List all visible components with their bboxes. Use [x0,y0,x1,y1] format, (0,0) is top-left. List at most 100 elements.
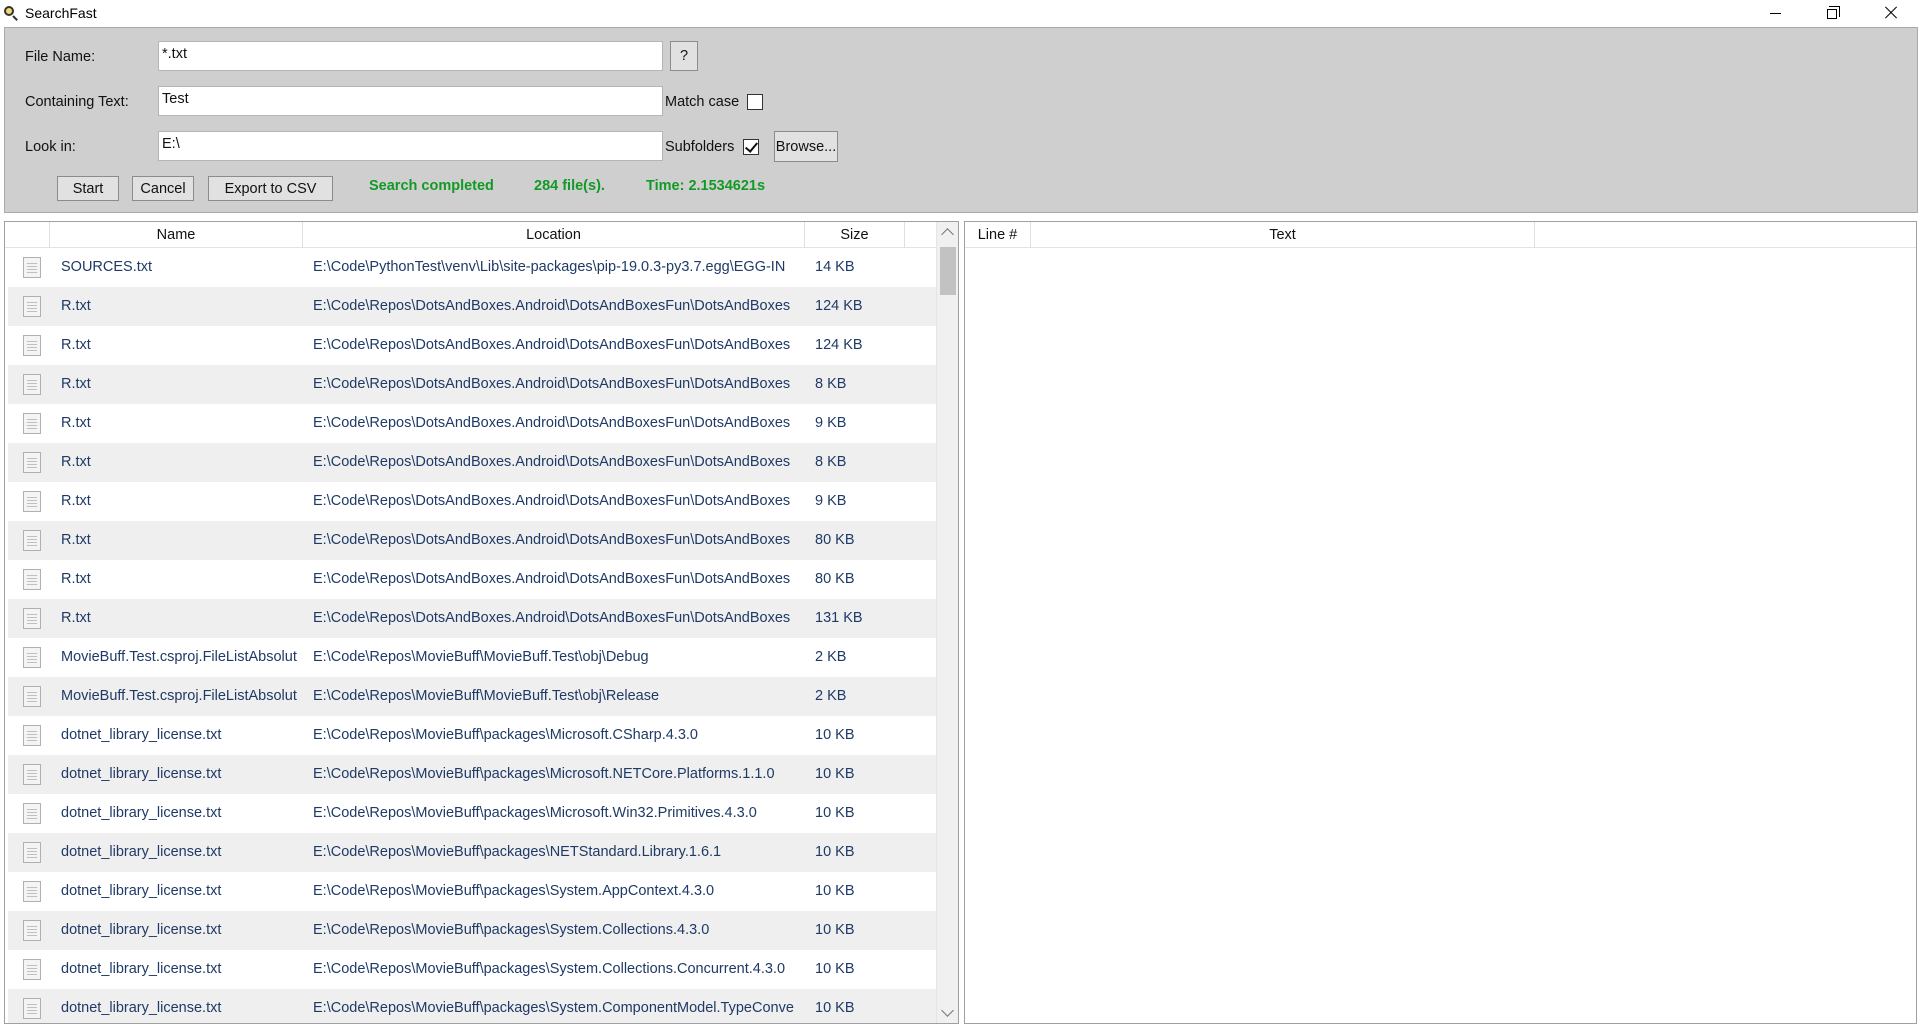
table-row[interactable]: R.txt E:\Code\Repos\DotsAndBoxes.Android\… [8,599,937,638]
file-location-cell: E:\Code\Repos\DotsAndBoxes.Android\DotsA… [313,571,791,587]
name-column-header[interactable]: Name [50,222,303,248]
results-scrollbar[interactable] [936,222,958,1023]
table-row[interactable]: R.txt E:\Code\Repos\DotsAndBoxes.Android\… [8,560,937,599]
table-row[interactable]: R.txt E:\Code\Repos\DotsAndBoxes.Android\… [8,404,937,443]
export-csv-button[interactable]: Export to CSV [208,176,333,201]
table-row[interactable]: dotnet_library_license.txt E:\Code\Repos\… [8,755,937,794]
size-column-header[interactable]: Size [805,222,905,248]
browse-button[interactable]: Browse... [774,131,838,162]
file-size-cell: 10 KB [815,961,855,977]
file-location-cell: E:\Code\PythonTest\venv\Lib\site-package… [313,259,786,275]
file-size-cell: 124 KB [815,337,863,353]
file-location-cell: E:\Code\Repos\MovieBuff\packages\System.… [313,1000,794,1016]
file-name-cell: R.txt [61,493,91,509]
look-in-label: Look in: [25,139,76,155]
file-size-cell: 14 KB [815,259,855,275]
file-name-cell: R.txt [61,610,91,626]
containing-text-input[interactable]: Test [158,86,663,116]
file-location-cell: E:\Code\Repos\MovieBuff\MovieBuff.Test\o… [313,649,649,665]
table-row[interactable]: R.txt E:\Code\Repos\DotsAndBoxes.Android\… [8,482,937,521]
location-column-header[interactable]: Location [303,222,805,248]
text-file-icon [23,842,41,863]
table-row[interactable]: dotnet_library_license.txt E:\Code\Repos\… [8,989,937,1023]
containing-text-label: Containing Text: [25,94,129,110]
cancel-button[interactable]: Cancel [132,176,194,201]
table-row[interactable]: dotnet_library_license.txt E:\Code\Repos\… [8,950,937,989]
file-location-cell: E:\Code\Repos\DotsAndBoxes.Android\DotsA… [313,415,791,431]
file-location-cell: E:\Code\Repos\DotsAndBoxes.Android\DotsA… [313,454,791,470]
file-size-cell: 10 KB [815,805,855,821]
file-name-cell: dotnet_library_license.txt [61,766,222,782]
file-name-cell: R.txt [61,454,91,470]
file-size-cell: 2 KB [815,688,847,704]
file-size-cell: 10 KB [815,922,855,938]
minimize-button[interactable] [1746,0,1804,26]
table-row[interactable]: MovieBuff.Test.csproj.FileListAbsolut E:\… [8,638,937,677]
elapsed-time: Time: 2.1534621s [646,178,766,194]
match-case-checkbox[interactable] [747,94,763,110]
file-name-cell: R.txt [61,337,91,353]
file-location-cell: E:\Code\Repos\MovieBuff\packages\Microso… [313,805,757,821]
file-size-cell: 80 KB [815,532,855,548]
file-count: 284 file(s). [534,178,605,194]
close-icon [1884,6,1898,20]
file-name-cell: MovieBuff.Test.csproj.FileListAbsolut [61,649,297,665]
scroll-down-icon[interactable] [941,1004,954,1017]
file-location-cell: E:\Code\Repos\MovieBuff\packages\System.… [313,883,715,899]
text-column-header[interactable]: Text [1031,222,1535,248]
subfolders-checkbox[interactable] [743,139,759,155]
file-location-cell: E:\Code\Repos\MovieBuff\MovieBuff.Test\o… [313,688,660,704]
icon-column-header[interactable] [5,222,50,248]
file-name-cell: dotnet_library_license.txt [61,1000,222,1016]
file-size-cell: 10 KB [815,1000,855,1016]
table-row[interactable]: dotnet_library_license.txt E:\Code\Repos\… [8,833,937,872]
look-in-input[interactable]: E:\ [158,131,663,161]
text-file-icon [23,647,41,668]
help-button[interactable]: ? [670,41,698,71]
table-row[interactable]: R.txt E:\Code\Repos\DotsAndBoxes.Android\… [8,521,937,560]
file-name-cell: dotnet_library_license.txt [61,844,222,860]
file-location-cell: E:\Code\Repos\MovieBuff\packages\System.… [313,922,710,938]
table-row[interactable]: R.txt E:\Code\Repos\DotsAndBoxes.Android\… [8,287,937,326]
table-row[interactable]: SOURCES.txt E:\Code\PythonTest\venv\Lib\s… [8,248,937,287]
text-file-icon [23,803,41,824]
table-row[interactable]: dotnet_library_license.txt E:\Code\Repos\… [8,911,937,950]
file-size-cell: 10 KB [815,727,855,743]
start-button[interactable]: Start [57,176,119,201]
scroll-up-icon[interactable] [941,228,954,241]
file-size-cell: 9 KB [815,415,847,431]
text-file-icon [23,920,41,941]
window-controls [1746,0,1920,26]
text-file-icon [23,569,41,590]
magnifier-app-icon [3,5,19,21]
file-name-input[interactable]: *.txt [158,41,663,71]
scroll-thumb[interactable] [940,247,956,295]
close-button[interactable] [1862,0,1920,26]
text-file-icon [23,296,41,317]
table-row[interactable]: dotnet_library_license.txt E:\Code\Repos\… [8,872,937,911]
text-file-icon [23,725,41,746]
file-location-cell: E:\Code\Repos\MovieBuff\packages\Microso… [313,766,775,782]
file-name-cell: dotnet_library_license.txt [61,805,222,821]
table-row[interactable]: dotnet_library_license.txt E:\Code\Repos\… [8,716,937,755]
line-number-column-header[interactable]: Line # [965,222,1031,248]
table-row[interactable]: MovieBuff.Test.csproj.FileListAbsolut E:\… [8,677,937,716]
file-name-cell: dotnet_library_license.txt [61,727,222,743]
file-name-cell: R.txt [61,415,91,431]
results-header: Name Location Size [5,222,937,248]
file-size-cell: 124 KB [815,298,863,314]
table-row[interactable]: dotnet_library_license.txt E:\Code\Repos\… [8,794,937,833]
text-file-icon [23,530,41,551]
file-name-cell: dotnet_library_license.txt [61,961,222,977]
table-row[interactable]: R.txt E:\Code\Repos\DotsAndBoxes.Android\… [8,326,937,365]
minimize-icon [1769,12,1781,14]
file-location-cell: E:\Code\Repos\DotsAndBoxes.Android\DotsA… [313,337,791,353]
file-location-cell: E:\Code\Repos\DotsAndBoxes.Android\DotsA… [313,610,791,626]
restore-icon [1827,6,1840,19]
text-file-icon [23,257,41,278]
file-size-cell: 10 KB [815,844,855,860]
restore-button[interactable] [1804,0,1862,26]
table-row[interactable]: R.txt E:\Code\Repos\DotsAndBoxes.Android\… [8,365,937,404]
table-row[interactable]: R.txt E:\Code\Repos\DotsAndBoxes.Android\… [8,443,937,482]
file-location-cell: E:\Code\Repos\MovieBuff\packages\Microso… [313,727,698,743]
